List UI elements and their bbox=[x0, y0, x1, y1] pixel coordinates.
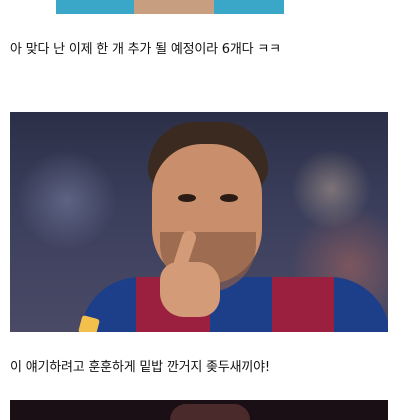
top-cropped-photo bbox=[0, 0, 420, 14]
jersey bbox=[80, 277, 388, 332]
pointing-player bbox=[10, 112, 388, 332]
main-photo bbox=[10, 112, 388, 332]
caption-2: 이 얘기하려고 훈훈하게 밑밥 깐거지 좆두새끼야! bbox=[10, 360, 270, 375]
pointing-hand bbox=[160, 262, 220, 317]
left-eye bbox=[178, 194, 196, 202]
right-eye bbox=[220, 194, 238, 202]
bottom-cropped-photo bbox=[10, 400, 388, 420]
top-photo-content bbox=[56, 0, 284, 14]
caption-1: 아 맞다 난 이제 한 개 추가 될 예정이라 6개다 ㅋㅋ bbox=[10, 42, 281, 57]
